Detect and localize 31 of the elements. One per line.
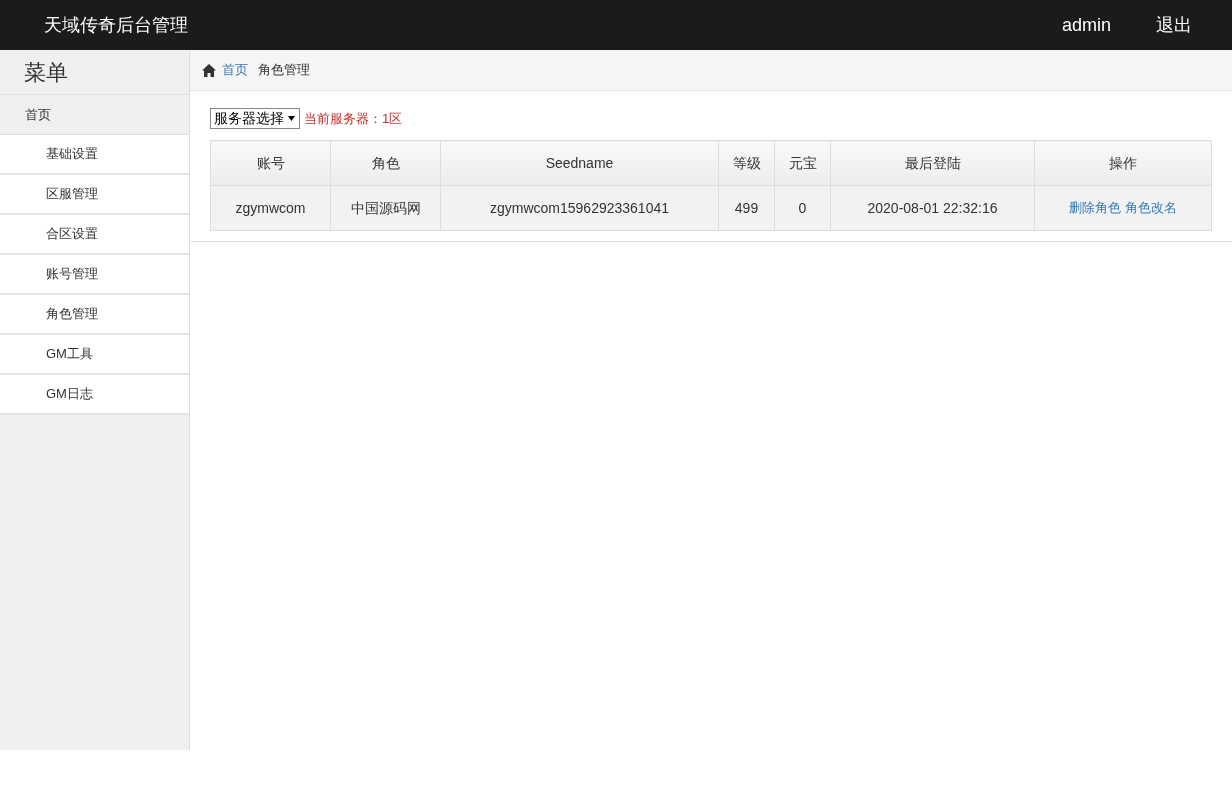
menu-item[interactable]: 合区设置 — [0, 215, 189, 255]
table-cell: 0 — [774, 185, 831, 231]
menu-item[interactable]: GM日志 — [0, 375, 189, 415]
user-link[interactable]: admin — [1061, 11, 1111, 39]
home-icon — [202, 63, 216, 77]
dropdown-arrow-icon — [288, 116, 295, 121]
column-header: 元宝 — [774, 140, 831, 186]
table-cell: 2020-08-01 22:32:16 — [830, 185, 1035, 231]
action-link[interactable]: 删除角色 — [1069, 200, 1121, 216]
menu-item[interactable]: 角色管理 — [0, 295, 189, 335]
column-header: 角色 — [330, 140, 441, 186]
table-cell: 中国源码网 — [330, 185, 441, 231]
column-header: Seedname — [440, 140, 719, 186]
current-server-text: 当前服务器：1区 — [304, 109, 403, 128]
breadcrumb-link[interactable]: 首页 — [222, 60, 248, 80]
logout-link[interactable]: 退出 — [1156, 11, 1192, 39]
column-header: 账号 — [210, 140, 331, 186]
column-header: 操作 — [1034, 140, 1212, 186]
server-select[interactable]: 服务器选择 — [210, 108, 300, 129]
table-cell: zgymwcom — [210, 185, 331, 231]
column-header: 等级 — [718, 140, 775, 186]
breadcrumb-current: 角色管理 — [258, 61, 310, 80]
table-cell: 499 — [718, 185, 775, 231]
menu-item[interactable]: GM工具 — [0, 335, 189, 375]
app-title: 天域传奇后台管理 — [44, 13, 188, 37]
column-header: 最后登陆 — [830, 140, 1035, 186]
action-link[interactable]: 角色改名 — [1125, 200, 1177, 216]
menu-item[interactable]: 账号管理 — [0, 255, 189, 295]
menu-item[interactable]: 基础设置 — [0, 135, 189, 175]
table-cell: zgymwcom15962923361041 — [440, 185, 719, 231]
menu-item[interactable]: 区服管理 — [0, 175, 189, 215]
